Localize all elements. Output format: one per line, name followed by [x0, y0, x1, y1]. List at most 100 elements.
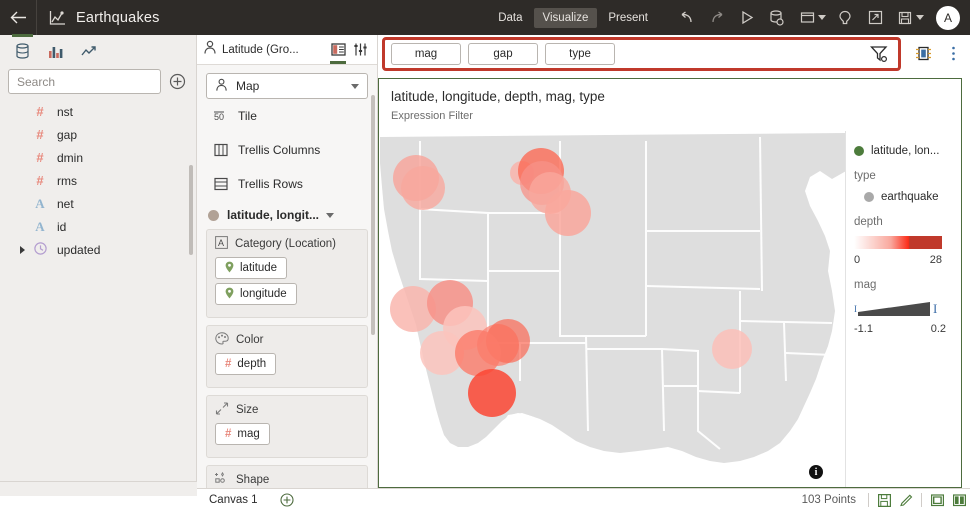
filter-chip-gap[interactable]: gap: [468, 43, 538, 65]
export-icon[interactable]: [860, 0, 890, 35]
size-max-handle-icon[interactable]: I: [933, 301, 937, 317]
legend-section-depth: depth: [854, 216, 883, 228]
avatar[interactable]: A: [936, 5, 960, 30]
data-panel-scrollbar[interactable]: [189, 165, 193, 255]
list-item[interactable]: updated: [0, 238, 196, 261]
chevron-down-icon[interactable]: [326, 212, 334, 218]
map-plot[interactable]: i: [380, 131, 845, 487]
legend-section-type: type: [854, 170, 876, 182]
data-point: [468, 369, 516, 417]
layout-grid-icon[interactable]: [908, 39, 938, 67]
vis-item-tile[interactable]: 50 Tile: [206, 99, 368, 133]
filter-chip-mag[interactable]: mag: [391, 43, 461, 65]
color-scale-labels: 0 28: [854, 254, 942, 266]
settings-sliders-icon[interactable]: [349, 35, 371, 64]
filter-chip-type[interactable]: type: [545, 43, 615, 65]
legend-category-earthquake[interactable]: earthquake: [854, 191, 961, 203]
redo-icon[interactable]: [702, 0, 732, 35]
panel-layout-icon[interactable]: [327, 35, 349, 64]
vis-item-trellis-rows[interactable]: Trellis Rows: [206, 167, 368, 201]
data-point: [545, 190, 591, 236]
list-item[interactable]: # rms: [0, 169, 196, 192]
hash-icon: #: [36, 173, 44, 188]
tab-present[interactable]: Present: [599, 8, 657, 28]
sidebar-item-analytics[interactable]: [72, 36, 105, 66]
vis-item-trellis-columns[interactable]: Trellis Columns: [206, 133, 368, 167]
edit-pen-icon[interactable]: [895, 494, 917, 507]
chip-latitude[interactable]: latitude: [215, 257, 288, 279]
undo-icon[interactable]: [672, 0, 702, 35]
size-wedge-icon: [858, 302, 930, 316]
field-label: net: [57, 196, 74, 211]
chevron-right-icon[interactable]: [20, 245, 25, 254]
marker-group-header[interactable]: latitude, longit...: [206, 201, 368, 229]
map-info-icon[interactable]: i: [809, 465, 823, 479]
size-scale-labels: -1.1 0.2: [854, 323, 946, 335]
divider: [868, 493, 869, 507]
topbar-icon-group: [672, 0, 928, 35]
list-item[interactable]: # dmin: [0, 146, 196, 169]
map-pin-person-icon: [215, 78, 228, 95]
layout-split-icon[interactable]: [948, 493, 970, 507]
list-item[interactable]: A id: [0, 215, 196, 238]
chip-label: mag: [237, 428, 260, 440]
hash-icon: #: [225, 358, 232, 370]
data-points-layer[interactable]: [380, 131, 845, 479]
svg-text:A: A: [218, 238, 224, 248]
save-dropdown-caret[interactable]: [916, 15, 924, 20]
color-gradient-bar[interactable]: [854, 236, 942, 249]
tab-visualize[interactable]: Visualize: [533, 7, 598, 28]
data-source-icon[interactable]: [762, 0, 792, 35]
hash-icon: #: [36, 150, 44, 165]
list-item[interactable]: # gap: [0, 123, 196, 146]
vis-panel-scrollbar[interactable]: [371, 95, 375, 335]
size-max-label: 0.2: [930, 323, 946, 335]
trellis-rows-icon: [212, 177, 230, 191]
bookmark-icon[interactable]: [830, 0, 860, 35]
sidebar-item-data[interactable]: [6, 34, 39, 66]
legend-section-mag: mag: [854, 279, 877, 291]
more-options-icon[interactable]: [938, 39, 968, 67]
play-icon[interactable]: [732, 0, 762, 35]
save-visual-icon[interactable]: [873, 493, 895, 507]
tab-data[interactable]: Data: [489, 8, 531, 28]
list-item[interactable]: # nst: [0, 100, 196, 123]
size-min-handle-icon[interactable]: I: [854, 304, 857, 314]
chip-mag[interactable]: # mag: [215, 423, 270, 445]
size-min-label: -1.1: [854, 323, 873, 335]
filter-funnel-icon[interactable]: [870, 45, 888, 63]
chevron-down-icon[interactable]: [351, 83, 359, 89]
legend-category-label: earthquake: [881, 191, 939, 203]
hash-icon: #: [225, 428, 232, 440]
location-pin-icon: [225, 287, 234, 302]
add-data-icon[interactable]: [166, 71, 188, 93]
vis-item-label: Tile: [238, 109, 257, 123]
search-input[interactable]: [8, 69, 161, 94]
chip-label: longitude: [240, 288, 287, 300]
legend-series-row[interactable]: latitude, lon...: [854, 145, 961, 157]
data-point: [401, 166, 445, 210]
search-field[interactable]: [17, 74, 152, 89]
layout-single-icon[interactable]: [926, 493, 948, 507]
location-pin-icon: [225, 261, 234, 276]
page-title: Earthquakes: [76, 9, 160, 26]
filter-bar: mag gap type: [382, 37, 901, 71]
field-label: id: [57, 219, 67, 234]
group-title: Category (Location): [235, 238, 336, 250]
data-point: [712, 329, 752, 369]
chip-longitude[interactable]: longitude: [215, 283, 297, 305]
sidebar-item-visualizations[interactable]: [39, 36, 72, 66]
add-canvas-icon[interactable]: [280, 493, 294, 507]
list-item[interactable]: A net: [0, 192, 196, 215]
arrow-left-icon: [10, 11, 26, 24]
size-legend-row[interactable]: I I: [854, 300, 946, 318]
chart-type-select[interactable]: Map: [206, 73, 368, 99]
canvas-tab[interactable]: Canvas 1: [209, 494, 258, 506]
chip-depth[interactable]: # depth: [215, 353, 277, 375]
database-icon: [16, 43, 29, 59]
comment-dropdown-caret[interactable]: [818, 15, 826, 20]
chart-body: i latitude, lon... type earthquake depth…: [379, 131, 961, 487]
topbar-divider: [36, 0, 37, 35]
back-button[interactable]: [0, 0, 36, 35]
group-color: Color # depth: [206, 325, 368, 388]
